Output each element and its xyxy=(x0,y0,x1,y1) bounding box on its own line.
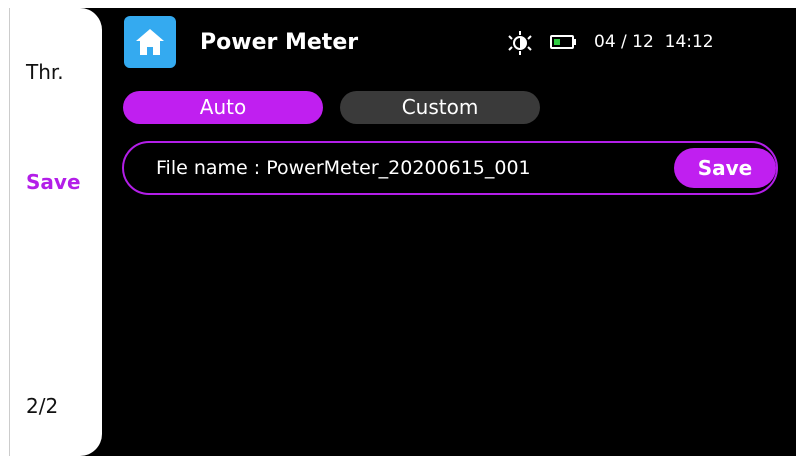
side-menu: Thr. Save 2/2 xyxy=(10,8,102,456)
mode-auto-button[interactable]: Auto xyxy=(123,91,323,124)
file-name-label: File name : PowerMeter_20200615_001 xyxy=(156,157,531,179)
status-time: 14:12 xyxy=(664,32,714,52)
page-indicator: 2/2 xyxy=(26,394,59,418)
status-date: 04 / 12 xyxy=(594,32,654,52)
mode-custom-button[interactable]: Custom xyxy=(340,91,540,124)
side-menu-item-save[interactable]: Save xyxy=(26,170,81,194)
app-title: Power Meter xyxy=(200,30,359,55)
frame-top-edge xyxy=(0,0,800,8)
home-button[interactable] xyxy=(124,16,176,68)
brightness-icon xyxy=(508,31,532,55)
status-datetime: 04 / 12 14:12 xyxy=(594,30,714,54)
device-screen: Thr. Save 2/2 Power Meter 04 / 12 14:12 … xyxy=(0,0,800,456)
save-button[interactable]: Save xyxy=(674,148,776,188)
frame-right-edge xyxy=(796,0,800,456)
side-menu-item-thr[interactable]: Thr. xyxy=(26,60,64,84)
home-icon xyxy=(136,29,164,55)
battery-icon xyxy=(550,35,576,49)
